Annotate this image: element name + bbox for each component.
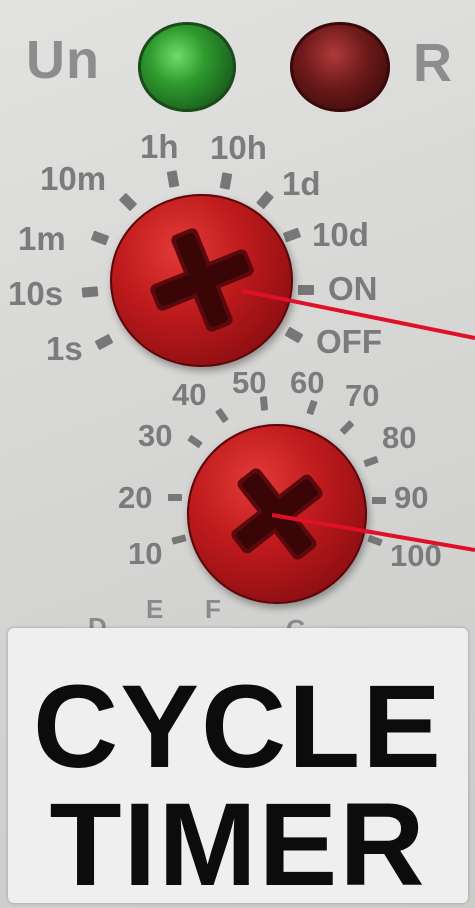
scale-label-on: ON: [328, 270, 378, 307]
power-led: [138, 22, 236, 112]
timer-front-panel: Un R 1s 10s 1m 10m 1h 10h 1d 10d ON OFF: [0, 0, 475, 908]
scale-tick: [171, 534, 187, 545]
percent-knob[interactable]: [187, 424, 367, 604]
relay-indicator-label: R: [413, 33, 453, 93]
scale-tick: [298, 285, 314, 295]
scale-label-40: 40: [172, 377, 207, 412]
scale-tick: [168, 494, 182, 501]
product-label-line2: TIMER: [49, 779, 427, 908]
scale-label-off: OFF: [316, 323, 382, 360]
scale-label-1m: 1m: [18, 220, 66, 257]
scale-label-100: 100: [390, 538, 442, 573]
scale-tick: [367, 534, 383, 547]
scale-tick: [215, 407, 229, 424]
scale-tick: [259, 396, 269, 411]
scale-label-70: 70: [345, 378, 380, 413]
product-label-card: CYCLE TIMER: [8, 628, 468, 908]
scale-label-80: 80: [382, 420, 417, 455]
scale-label-20: 20: [118, 480, 153, 515]
scale-tick: [81, 286, 99, 298]
scale-tick: [306, 399, 318, 416]
scale-tick: [372, 497, 386, 504]
scale-label-50: 50: [232, 365, 267, 400]
screwdriver-slot-icon: [150, 228, 254, 332]
power-indicator-label: Un: [26, 30, 100, 90]
scale-label-10m: 10m: [40, 160, 107, 197]
scale-label-30: 30: [138, 418, 173, 453]
screwdriver-slot-icon: [231, 468, 323, 560]
scale-label-1h: 1h: [140, 128, 179, 165]
scale-label-60: 60: [290, 365, 325, 400]
scale-label-1s: 1s: [46, 330, 83, 367]
scale-label-10s: 10s: [8, 275, 64, 312]
scale-label-90: 90: [394, 480, 429, 515]
scale-label-10: 10: [128, 536, 163, 571]
scale-label-10d: 10d: [312, 216, 369, 253]
scale-tick: [219, 172, 233, 190]
scale-label-10h: 10h: [210, 129, 267, 166]
cut-label-e: E: [146, 594, 164, 624]
time-range-knob[interactable]: [110, 194, 293, 367]
product-label-line1: CYCLE: [33, 661, 443, 793]
scale-tick: [90, 230, 110, 246]
scale-tick: [166, 170, 180, 188]
relay-led: [290, 22, 390, 112]
